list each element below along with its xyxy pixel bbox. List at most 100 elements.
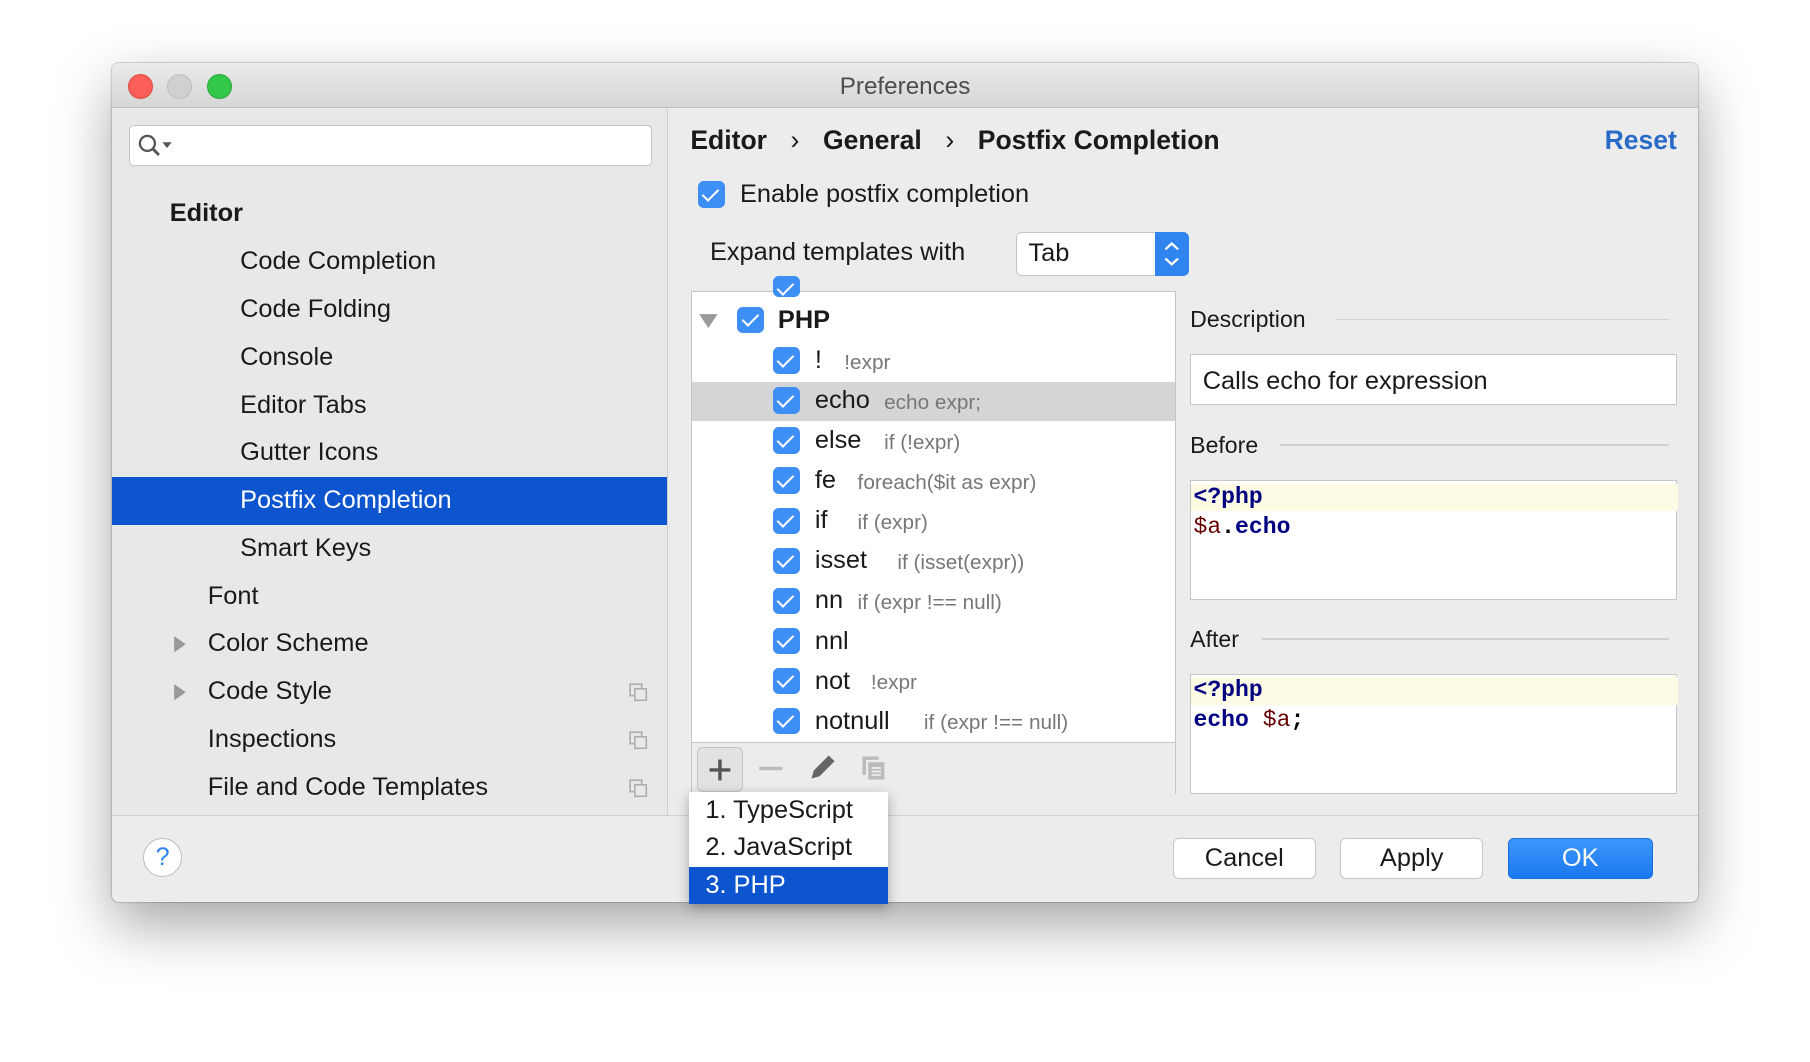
sidebar-item[interactable]: Code Completion — [112, 238, 667, 285]
sidebar-item[interactable]: Editor Tabs — [112, 382, 667, 429]
template-row[interactable]: echo echo expr; — [692, 381, 1175, 421]
sidebar-item[interactable]: Inspections — [112, 716, 667, 763]
sidebar-item[interactable]: Font — [112, 573, 667, 620]
php-group-checkbox[interactable] — [737, 306, 765, 334]
preferences-window: Preferences Editor Code Completion Code F… — [111, 63, 1699, 902]
before-label: Before — [1190, 431, 1259, 458]
expand-templates-select[interactable]: Tab — [1015, 231, 1189, 276]
sidebar-item-label: File and Code Templates — [207, 773, 489, 802]
template-row[interactable]: isset if (isset(expr)) — [692, 542, 1175, 581]
popup-item[interactable]: 3. PHP — [689, 866, 888, 904]
before-code-preview: <?php $a.echo — [1190, 480, 1679, 600]
template-description: foreach($it as expr) — [857, 470, 1037, 494]
templates-tree: PHP ! !expr echo echo expr; else if (!expr) fe… — [691, 275, 1176, 794]
checkbox — [773, 275, 800, 297]
template-key: fe — [814, 466, 836, 495]
sidebar-item-label: Code Style — [207, 677, 332, 706]
divider — [1280, 444, 1670, 446]
sidebar-item-label: Font — [207, 581, 259, 610]
template-row[interactable]: notnull if (expr !== null) — [692, 702, 1175, 741]
breadcrumb: Editor › General › Postfix Completion — [690, 124, 1220, 155]
breadcrumb-item: Postfix Completion — [977, 124, 1220, 155]
template-key: ! — [814, 346, 822, 375]
reset-link[interactable]: Reset — [1605, 125, 1677, 156]
select-value: Tab — [1028, 238, 1070, 267]
template-key: not — [814, 666, 851, 695]
apply-button[interactable]: Apply — [1340, 838, 1484, 880]
tree-toolbar — [692, 742, 1175, 794]
template-key: nnl — [814, 626, 849, 655]
project-copy-icon — [629, 731, 648, 750]
template-key: notnull — [814, 706, 890, 735]
description-label: Description — [1190, 305, 1318, 333]
search-icon — [138, 134, 172, 156]
template-row[interactable]: fe foreach($it as expr) — [692, 462, 1175, 501]
sidebar-item[interactable]: Code Folding — [112, 286, 667, 333]
minus-icon[interactable] — [757, 757, 785, 780]
search-input[interactable] — [129, 124, 652, 166]
template-checkbox[interactable] — [773, 587, 800, 615]
popup-item[interactable]: 1. TypeScript — [689, 792, 888, 829]
template-row[interactable]: ! !expr — [692, 342, 1175, 381]
divider — [1261, 638, 1670, 640]
after-code-preview: <?php echo $a; — [1190, 674, 1679, 794]
code-line: echo $a; — [1193, 707, 1305, 734]
template-key: if — [814, 506, 828, 535]
php-group-label: PHP — [777, 305, 831, 334]
popup-item[interactable]: 2. JavaScript — [689, 829, 888, 866]
sidebar-item[interactable]: Code Style — [112, 668, 667, 715]
sidebar-item[interactable]: Gutter Icons — [112, 429, 667, 476]
code-line: <?php — [1191, 677, 1679, 706]
ok-button[interactable]: OK — [1507, 838, 1653, 880]
add-template-popup: 1. TypeScript 2. JavaScript 3. PHP — [689, 791, 888, 904]
template-checkbox[interactable] — [773, 427, 800, 454]
template-checkbox[interactable] — [773, 467, 800, 494]
template-row[interactable]: nnl — [692, 622, 1175, 661]
template-checkbox[interactable] — [773, 347, 800, 374]
template-row[interactable]: not !expr — [692, 662, 1175, 701]
template-checkbox[interactable] — [773, 547, 800, 575]
template-checkbox[interactable] — [773, 707, 800, 735]
description-box: Calls echo for expression — [1190, 354, 1678, 405]
template-checkbox[interactable] — [773, 387, 800, 414]
window-title: Preferences — [839, 72, 971, 100]
sidebar-item-label: Code Completion — [240, 246, 437, 275]
expand-arrow-icon[interactable] — [173, 635, 187, 653]
sidebar-item[interactable]: Smart Keys — [112, 525, 667, 572]
divider — [1335, 318, 1670, 320]
sidebar-item-label: Smart Keys — [240, 534, 372, 563]
template-key: else — [814, 426, 862, 455]
sidebar-item-label: Gutter Icons — [240, 438, 379, 467]
copy-icon[interactable] — [859, 753, 889, 783]
template-checkbox[interactable] — [773, 627, 800, 655]
project-copy-icon — [629, 683, 648, 702]
sidebar-item-label: Code Folding — [240, 294, 392, 323]
code-line: $a.echo — [1193, 513, 1291, 540]
expand-arrow-icon[interactable] — [173, 683, 187, 701]
sidebar-item-label: Color Scheme — [207, 629, 369, 658]
template-description: !expr — [844, 350, 891, 374]
expand-triangle-icon[interactable] — [698, 313, 719, 329]
template-row[interactable]: nn if (expr !== null) — [692, 582, 1175, 621]
template-checkbox[interactable] — [773, 667, 800, 695]
sidebar-item[interactable]: Color Scheme — [112, 620, 667, 667]
template-row[interactable]: if if (expr) — [692, 502, 1175, 541]
sidebar-item[interactable]: File and Code Templates — [112, 764, 667, 811]
sidebar-item[interactable]: Console — [112, 334, 667, 381]
add-button[interactable] — [697, 746, 743, 793]
help-button[interactable]: ? — [143, 838, 183, 878]
expand-templates-label: Expand templates with — [709, 237, 966, 266]
cancel-button[interactable]: Cancel — [1172, 838, 1316, 880]
enable-postfix-checkbox[interactable] — [698, 181, 725, 208]
sidebar-item[interactable]: Postfix Completion — [111, 477, 668, 525]
sidebar-group-editor[interactable]: Editor — [170, 190, 243, 237]
edit-pencil-icon[interactable] — [808, 752, 838, 782]
divider — [111, 814, 1699, 817]
breadcrumb-item[interactable]: Editor — [690, 125, 767, 155]
chevron-updown-icon — [1155, 231, 1189, 276]
template-key: nn — [814, 586, 844, 615]
template-checkbox[interactable] — [773, 507, 800, 535]
plus-icon — [709, 759, 731, 780]
breadcrumb-item[interactable]: General — [823, 125, 922, 155]
template-row[interactable]: else if (!expr) — [692, 422, 1175, 461]
